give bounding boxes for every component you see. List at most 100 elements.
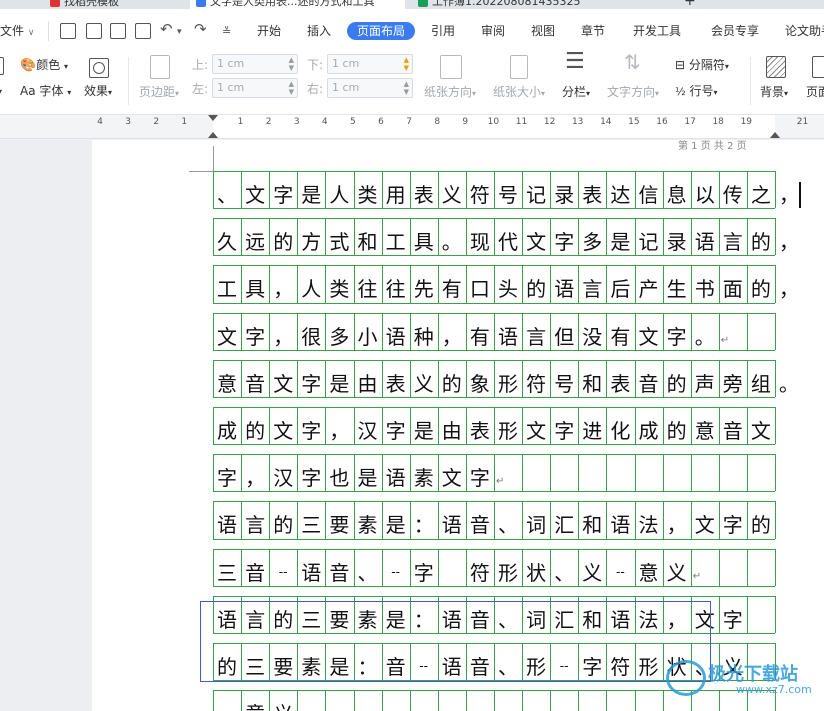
text-char: 口 — [469, 277, 490, 302]
text-char: 、 — [498, 513, 518, 538]
text-char: 的 — [273, 513, 294, 538]
text-char: 符 — [469, 183, 490, 207]
text-char: 意 — [694, 419, 715, 443]
text-char: 字 — [666, 324, 687, 349]
columns-icon[interactable]: ☰ — [565, 51, 585, 73]
tab-current-document[interactable]: 文字是人类用表...述的方式和工具 — [190, 0, 405, 9]
text-char: 三 — [301, 513, 322, 538]
text-char: 要 — [329, 513, 350, 538]
background-button[interactable]: 背景▾ — [760, 85, 788, 101]
text-char: 语 — [694, 230, 715, 255]
theme-colors-button[interactable]: 🎨颜色 ▾ — [20, 58, 68, 74]
ruler-number: 9 — [462, 117, 469, 127]
menu-page-layout[interactable]: 页面布局 — [347, 22, 416, 40]
ruler-number: 14 — [600, 117, 612, 127]
text-char: 组 — [750, 371, 771, 396]
page-borders-icon[interactable] — [812, 56, 824, 78]
text-char: 形 — [498, 560, 518, 585]
print-preview-icon[interactable] — [135, 23, 151, 39]
file-menu[interactable]: 文件 ∨ — [0, 23, 34, 41]
page-header-text: 第 1 页 共 2 页 — [678, 141, 747, 152]
text-char: 文 — [526, 419, 547, 443]
menu-section[interactable]: 章节 — [581, 23, 605, 39]
text-char: 但 — [554, 324, 575, 349]
tab-daoke-template[interactable]: 找稻壳模板 — [50, 0, 119, 9]
paper-size-icon[interactable] — [510, 55, 528, 79]
menu-references[interactable]: 引用 — [431, 23, 455, 39]
left-margin-input[interactable]: 1 cm ▲ ▼ — [212, 78, 298, 98]
text-char: 信 — [638, 183, 659, 207]
text-char: 字 — [722, 607, 743, 632]
breaks-button[interactable]: ⊟ 分隔符▾ — [675, 58, 729, 74]
text-char: 先 — [413, 277, 434, 302]
menu-home[interactable]: 开始 — [257, 23, 281, 39]
text-char: 有 — [610, 324, 631, 349]
ruler-number: 6 — [378, 117, 384, 127]
text-char: ， — [779, 230, 799, 255]
text-char: 后 — [610, 277, 631, 302]
spinner-arrows-icon[interactable]: ▲ ▼ — [289, 80, 294, 96]
text-char: 表 — [385, 371, 406, 396]
redo-icon[interactable]: ↷ — [194, 20, 207, 38]
text-char: 字 — [469, 466, 490, 491]
customize-quick-access-icon[interactable]: ≚ — [222, 23, 231, 41]
spinner-arrows-icon[interactable]: ▲ ▼ — [404, 80, 409, 96]
theme-dropdown-icon[interactable]: ▾ — [0, 85, 2, 99]
theme-fonts-button[interactable]: Aa 字体 ▾ — [20, 84, 71, 100]
top-margin-input[interactable]: 1 cm ▲ ▼ — [212, 54, 298, 74]
export-pdf-icon[interactable] — [86, 23, 102, 39]
bottom-margin-input[interactable]: 1 cm ▲ ▼ — [327, 54, 413, 74]
menu-paper-assistant[interactable]: 论文助手 — [785, 23, 824, 39]
margins-button[interactable]: 页边距▾ — [139, 85, 179, 101]
margins-icon[interactable] — [150, 55, 170, 79]
background-icon[interactable] — [766, 56, 786, 78]
paper-size-button[interactable]: 纸张大小▾ — [493, 85, 545, 101]
text-char: 代 — [498, 230, 518, 255]
writer-doc-icon — [196, 0, 206, 7]
undo-dropdown-icon[interactable]: ▾ — [177, 23, 182, 41]
menu-review[interactable]: 审阅 — [481, 23, 505, 39]
text-char: 文 — [273, 419, 294, 443]
text-char: 往 — [357, 277, 378, 302]
text-char: 文 — [750, 419, 771, 443]
theme-icon[interactable] — [0, 57, 4, 75]
ruler-number: 13 — [571, 117, 584, 127]
horizontal-ruler[interactable]: 4 3 2 1 1 2 3 4 5 6 7 8 9 10 11 12 13 14 15 16 17 18 19 21 — [0, 115, 824, 139]
text-line: 久远的方式和工具。现代文字多是记录语言的， — [213, 218, 813, 265]
menu-developer[interactable]: 开发工具 — [633, 23, 681, 39]
page-borders-button[interactable]: 页面 — [806, 85, 824, 99]
text-char: ， — [441, 324, 462, 349]
save-icon[interactable] — [60, 23, 76, 39]
menu-bar: 文件 ∨ ↶ ▾ ↷ ≚ 开始 插入 页面布局 引用 审阅 视图 章节 开发工具… — [0, 9, 824, 47]
undo-icon[interactable]: ↶ — [160, 20, 173, 38]
text-char: -- — [213, 702, 241, 711]
text-char: 具 — [413, 230, 434, 255]
menu-membership[interactable]: 会员专享 — [711, 23, 759, 39]
spinner-arrows-icon[interactable]: ▲ ▼ — [289, 56, 294, 72]
text-direction-icon[interactable]: ⇅ — [624, 52, 641, 72]
line-numbers-button[interactable]: ½ 行号▾ — [675, 84, 718, 100]
text-char: 字 — [245, 324, 266, 349]
right-margin-input[interactable]: 1 cm ▲ ▼ — [327, 78, 413, 98]
hanging-indent-marker[interactable] — [208, 132, 218, 138]
text-char: 义 — [413, 371, 434, 396]
effects-button[interactable]: 效果▾ — [84, 84, 112, 100]
orientation-icon[interactable] — [440, 55, 462, 79]
right-indent-marker[interactable] — [770, 132, 780, 138]
menu-view[interactable]: 视图 — [531, 23, 555, 39]
new-tab-icon[interactable]: + — [684, 0, 696, 9]
text-char: 形 — [498, 419, 518, 443]
tab-workbook[interactable]: 工作簿1.202208081435325 — [418, 0, 580, 9]
line-numbers-icon: ½ — [675, 85, 686, 98]
text-char: 的 — [750, 230, 771, 255]
print-icon[interactable] — [110, 23, 126, 39]
columns-button[interactable]: 分栏▾ — [562, 85, 590, 101]
menu-insert[interactable]: 插入 — [307, 23, 331, 39]
text-char: 人 — [301, 277, 322, 302]
first-line-indent-marker[interactable] — [208, 115, 218, 121]
spinner-arrows-icon[interactable]: ▲ ▼ — [404, 56, 409, 72]
orientation-button[interactable]: 纸张方向▾ — [424, 85, 476, 101]
ruler-number: 19 — [740, 117, 753, 127]
text-char: 由 — [357, 371, 378, 396]
text-direction-button[interactable]: 文字方向▾ — [607, 85, 659, 101]
